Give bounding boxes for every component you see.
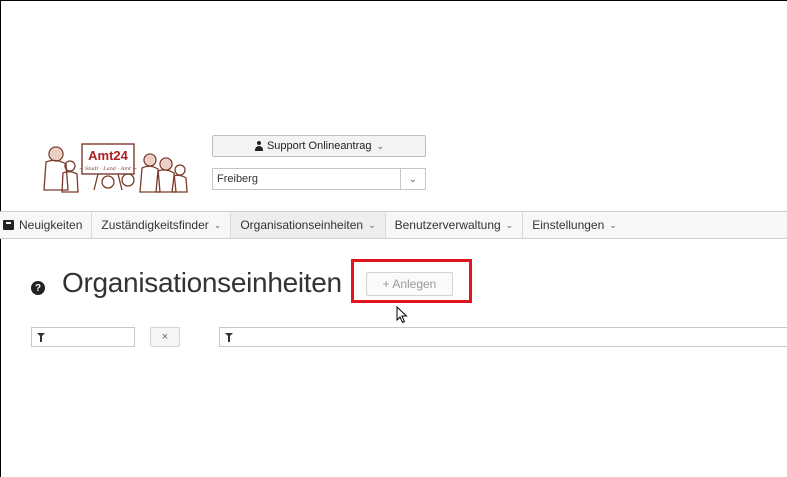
chevron-down-icon: ⌄	[609, 219, 617, 230]
location-select[interactable]: Freiberg ⌄	[212, 168, 426, 190]
help-icon[interactable]: ?	[31, 281, 45, 295]
location-select-value: Freiberg	[217, 173, 258, 185]
chevron-down-icon: ⌄	[213, 219, 222, 230]
nav-item-organisationseinheiten[interactable]: Organisationseinheiten ⌄	[231, 212, 386, 238]
nav-item-label: Organisationseinheiten	[240, 218, 364, 232]
chevron-down-icon[interactable]: ⌄	[400, 169, 425, 189]
chevron-down-icon: ⌄	[505, 219, 514, 230]
chevron-down-icon: ⌄	[368, 219, 376, 230]
user-icon	[254, 141, 264, 151]
filter-input-search[interactable]	[219, 327, 787, 347]
newspaper-icon	[3, 220, 14, 230]
amt24-logo[interactable]: Amt24 ~ Stadt · Land · Amt ~	[38, 140, 188, 196]
nav-item-label: Einstellungen	[532, 218, 605, 232]
user-menu-button[interactable]: Support Onlineantrag ⌄	[212, 135, 426, 157]
highlight-annotation-box	[351, 259, 472, 303]
chevron-down-icon: ⌄	[376, 140, 385, 151]
page-title: Organisationseinheiten	[62, 267, 342, 298]
main-nav: Neuigkeiten Zuständigkeitsfinder ⌄ Organ…	[0, 211, 787, 239]
user-menu-label: Support Onlineantrag	[266, 140, 372, 152]
filter-icon	[37, 332, 45, 342]
nav-item-label: Zuständigkeitsfinder	[101, 218, 209, 232]
nav-item-neuigkeiten[interactable]: Neuigkeiten	[0, 212, 93, 238]
logo-text: Amt24	[88, 148, 129, 163]
nav-item-benutzerverwaltung[interactable]: Benutzerverwaltung ⌄	[386, 212, 524, 238]
filter-input-name[interactable]	[31, 327, 135, 347]
nav-item-label: Benutzerverwaltung	[394, 218, 501, 232]
mouse-cursor-icon	[396, 306, 408, 324]
logo-tagline: ~ Stadt · Land · Amt ~	[79, 166, 137, 172]
filter-icon	[225, 332, 233, 342]
nav-item-zustaendigkeitsfinder[interactable]: Zuständigkeitsfinder ⌄	[92, 212, 232, 238]
nav-item-einstellungen[interactable]: Einstellungen ⌄	[523, 212, 626, 238]
nav-item-label: Neuigkeiten	[19, 218, 83, 232]
clear-filter-button[interactable]: ×	[150, 327, 180, 347]
